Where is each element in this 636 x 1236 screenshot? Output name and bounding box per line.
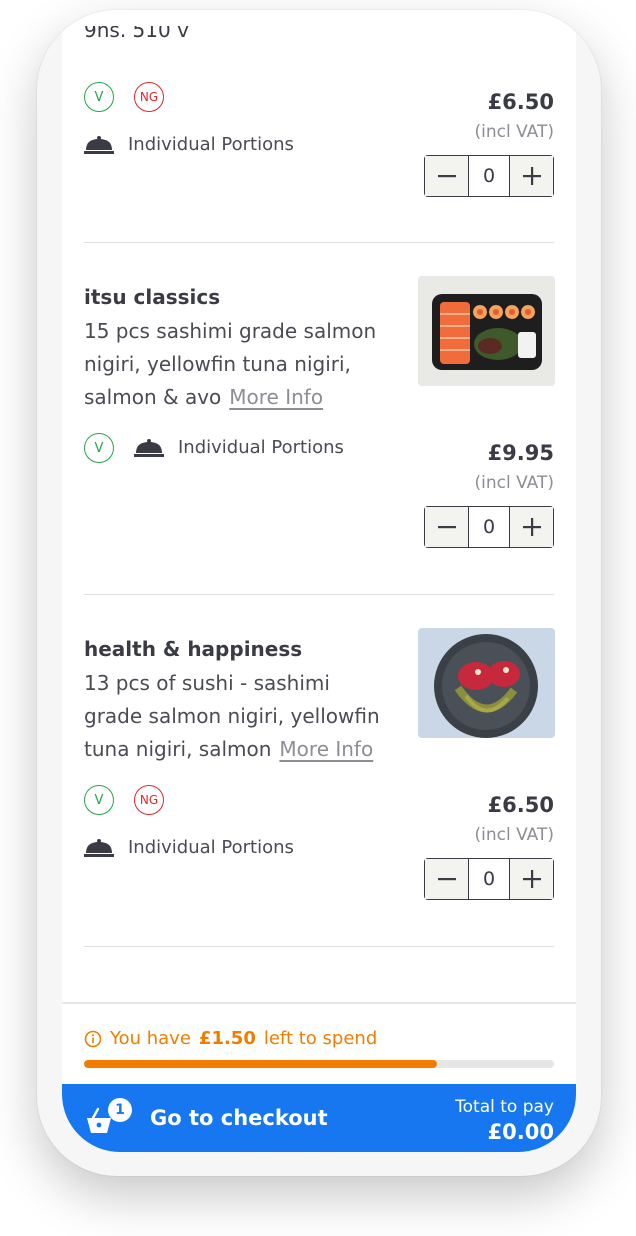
vegetarian-badge: V: [84, 785, 114, 815]
minus-icon: [437, 175, 456, 178]
checkout-label: Go to checkout: [150, 1106, 328, 1130]
item-image: [418, 276, 555, 386]
quantity-stepper: 0: [424, 155, 554, 197]
portions-label: Individual Portions: [128, 837, 294, 858]
plus-icon: [522, 870, 541, 888]
portions-label: Individual Portions: [128, 134, 294, 155]
spend-panel: You have £1.50 left to spend: [62, 1002, 576, 1086]
total-label: Total to pay: [455, 1097, 554, 1117]
spend-amount: £1.50: [198, 1028, 256, 1049]
sushi-box-image: [432, 294, 542, 370]
decrease-button[interactable]: [425, 507, 468, 547]
vat-label: (incl VAT): [474, 825, 554, 845]
phone-frame: 9ns. 510 v V NG Individual Portions £6.5…: [37, 10, 601, 1176]
quantity-stepper: 0: [424, 858, 554, 900]
item-divider: [84, 946, 554, 947]
portions-info: Individual Portions: [84, 134, 294, 155]
vegetarian-badge: V: [84, 433, 114, 463]
item-title: health & happiness: [84, 637, 303, 661]
more-info-link[interactable]: More Info: [229, 385, 323, 409]
item-price: £6.50: [487, 793, 554, 817]
item-description: 13 pcs of sushi - sashimi grade salmon n…: [84, 667, 394, 766]
cloche-icon: [84, 838, 114, 857]
item-price: £9.95: [487, 441, 554, 465]
menu-item-top: V NG Individual Portions £6.50 (incl VAT…: [84, 10, 554, 242]
no-gluten-badge: NG: [134, 82, 164, 112]
spend-prefix: You have: [110, 1028, 191, 1049]
portions-info: Individual Portions: [84, 837, 294, 858]
checkout-button[interactable]: 1 Go to checkout Total to pay £0.00: [62, 1084, 576, 1152]
no-gluten-badge: NG: [134, 785, 164, 815]
spend-suffix: left to spend: [263, 1028, 378, 1049]
vat-label: (incl VAT): [474, 122, 554, 142]
increase-button[interactable]: [510, 859, 553, 899]
info-icon: [84, 1030, 102, 1047]
menu-item: itsu classics 15 pcs sashimi grade salmo…: [84, 243, 555, 593]
basket-count-badge: 1: [108, 1098, 132, 1122]
plus-icon: [522, 167, 541, 185]
portions-label: Individual Portions: [178, 437, 344, 458]
quantity-value: 0: [468, 507, 510, 547]
decrease-button[interactable]: [425, 156, 468, 196]
increase-button[interactable]: [510, 156, 553, 196]
item-description: 15 pcs sashimi grade salmon nigiri, yell…: [84, 315, 394, 414]
minus-icon: [437, 878, 456, 881]
quantity-value: 0: [468, 156, 510, 196]
vat-label: (incl VAT): [474, 473, 554, 493]
portions-info: Individual Portions: [134, 437, 344, 458]
quantity-value: 0: [468, 859, 510, 899]
spend-progress-fill: [84, 1060, 437, 1068]
menu-screen: 9ns. 510 v V NG Individual Portions £6.5…: [62, 10, 576, 1152]
spend-message: You have £1.50 left to spend: [84, 1028, 377, 1049]
item-price: £6.50: [487, 90, 554, 114]
cloche-icon: [84, 135, 114, 154]
item-title: itsu classics: [84, 285, 221, 309]
minus-icon: [437, 526, 456, 529]
plus-icon: [522, 518, 541, 536]
total-value: £0.00: [487, 1120, 554, 1144]
vegetarian-badge: V: [84, 82, 114, 112]
cloche-icon: [134, 438, 164, 457]
more-info-link[interactable]: More Info: [279, 737, 373, 761]
quantity-stepper: 0: [424, 506, 554, 548]
sushi-plate-image: [434, 634, 538, 738]
increase-button[interactable]: [510, 507, 553, 547]
spend-progress-bar: [84, 1060, 554, 1068]
item-image: [418, 628, 555, 738]
decrease-button[interactable]: [425, 859, 468, 899]
menu-item: health & happiness 13 pcs of sushi - sas…: [84, 595, 555, 945]
